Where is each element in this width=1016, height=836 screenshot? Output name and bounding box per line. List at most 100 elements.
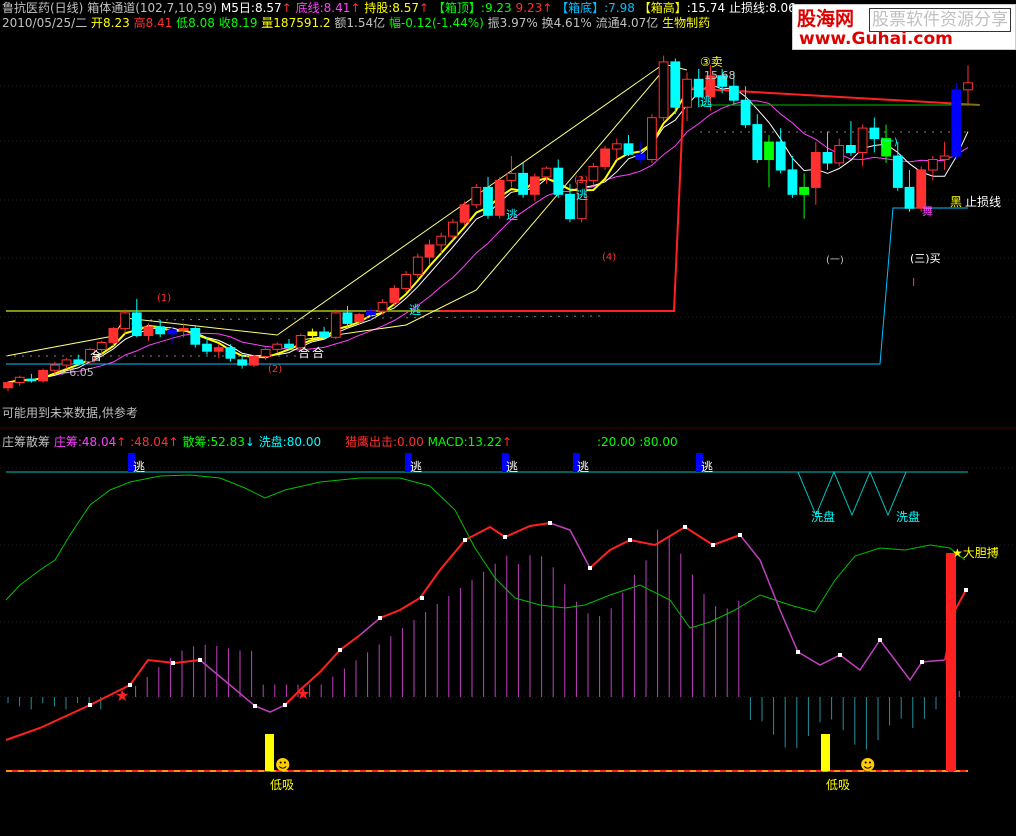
dadan-text: 大胆搏 [962, 546, 999, 560]
logo-url: www.Guhai.com [799, 29, 953, 49]
stop-loss-value: 止损线:8.06 [728, 1, 796, 15]
candle-body [319, 331, 330, 338]
candle-body [623, 143, 634, 155]
zhuang-line-red-3 [379, 522, 551, 619]
zhuang-dot [378, 616, 382, 620]
star-icon: ★ [296, 684, 310, 703]
indicator-name[interactable]: 箱体通道(102,7,10,59) [87, 1, 217, 15]
candle-body [799, 186, 810, 195]
zhuang-dot [838, 653, 842, 657]
he-label-2: 合 [298, 346, 311, 360]
candle-body [764, 141, 774, 161]
candle-body [541, 167, 552, 178]
zhuang-line-red-4 [589, 525, 741, 569]
zhuang-value: 庄筹:48.04 [53, 435, 117, 449]
sub-header: 庄筹散筹 庄筹:48.04↑ :48.04↑ 散筹:52.83↓ 洗盘:80.0… [2, 435, 321, 449]
candle-body [600, 148, 611, 167]
candle-body [342, 312, 353, 324]
candle-body [354, 314, 365, 323]
candle-body [670, 61, 681, 108]
candle-body [272, 343, 283, 350]
dixi-label-1: 低吸 [270, 778, 295, 792]
logo-name: 股海网 [797, 8, 855, 30]
tao-label-main-1: 逃 [131, 318, 144, 332]
candle-body [155, 326, 166, 335]
candle-body [143, 326, 154, 336]
candle-body [167, 329, 177, 335]
candle-body [740, 99, 751, 126]
candle-body [73, 359, 84, 364]
xipan-wave [797, 470, 907, 517]
zhuang-dot [588, 566, 592, 570]
quote-volume: 量187591.2 [261, 16, 331, 30]
box-bottom-label: 【箱底】 [556, 1, 605, 15]
zhuang-dot [628, 538, 632, 542]
zhuang-dot [253, 704, 257, 708]
stop-line-label: 止损线 [965, 195, 1002, 209]
zhuang-dot [964, 588, 968, 592]
candle-body [635, 153, 646, 161]
quote-low: 低8.08 [176, 16, 215, 30]
wu-label: 舞 [922, 205, 933, 218]
box-top-value: :9.23 [480, 1, 512, 15]
point-label-2: (2) [268, 364, 283, 375]
candle-body [49, 364, 60, 371]
candle-body [729, 85, 739, 101]
site-logo[interactable]: 股海网 股票软件资源分享 www.Guhai.com [792, 4, 1016, 50]
candle-body [904, 186, 915, 209]
macd-value: MACD:13.22 [427, 435, 502, 449]
candle-body [38, 369, 49, 382]
stock-name[interactable]: 鲁抗医药(日线) [2, 1, 83, 15]
candle-body [448, 221, 458, 237]
quote-change: 幅-0.12(-1.44%) [388, 16, 484, 30]
zhuang-dot [338, 648, 342, 652]
candle-body [775, 141, 786, 171]
san-value: 散筹:52.83 [182, 435, 245, 449]
arrow-down-icon: ↓ [244, 435, 255, 449]
point-label-1: (1) [157, 293, 172, 304]
candle-body [366, 310, 376, 316]
zhuang-dot [683, 525, 687, 529]
zhuang-dot [548, 521, 552, 525]
candle-body [213, 347, 224, 352]
tao-label-2: 逃 [410, 460, 423, 474]
box-high-label: 【箱高】 [638, 1, 687, 15]
minus-label-bottom: (一) [826, 255, 844, 266]
candle-body [483, 186, 493, 216]
smiley-icon-1: ☻ [275, 756, 291, 774]
hold-value: 持股:8.57 [364, 1, 419, 15]
zhuang-dot [796, 650, 800, 654]
arrow-up-icon: ↑ [350, 1, 361, 15]
point-label-4: (4) [602, 252, 617, 263]
star-icon: ★ [952, 546, 963, 560]
he-label-1: 合 [90, 349, 103, 363]
tao-label-5: 逃 [701, 460, 714, 474]
tao-label-3: 逃 [506, 460, 519, 474]
lieying-value: 猎鹰出击:0.00 [345, 435, 424, 449]
xipan-value: 洗盘:80.00 [258, 435, 322, 449]
zhuang-dot [463, 538, 467, 542]
candle-body [424, 244, 435, 258]
candle-body [916, 169, 927, 209]
zhuang-dot [420, 596, 424, 600]
candle-body [3, 382, 13, 389]
low-price-label: ←6.05 [60, 366, 94, 379]
sub-indicator-name[interactable]: 庄筹散筹 [2, 435, 50, 449]
arrow-up-icon: ↑ [542, 1, 553, 15]
he-label-3: 合 [312, 346, 325, 360]
chart-canvas: ★ ★ [0, 55, 1016, 772]
star-icon: ★ [115, 686, 129, 705]
candle-body [553, 167, 564, 195]
low-buy-bar-2 [821, 734, 830, 771]
candle-body [928, 159, 938, 171]
candle-body [436, 235, 447, 246]
zhuang-dot [920, 660, 924, 664]
sub-indicator: ★ ★ [5, 453, 968, 772]
candle-body [120, 312, 130, 330]
quote-amplitude: 振3.97% [487, 16, 538, 30]
zhuang-dot [878, 638, 882, 642]
sub-header-right: 猎鹰出击:0.00 MACD:13.22↑ [345, 435, 512, 449]
i-mark-label: I [912, 276, 916, 289]
candle-body [389, 288, 400, 303]
candle-body [658, 61, 669, 119]
